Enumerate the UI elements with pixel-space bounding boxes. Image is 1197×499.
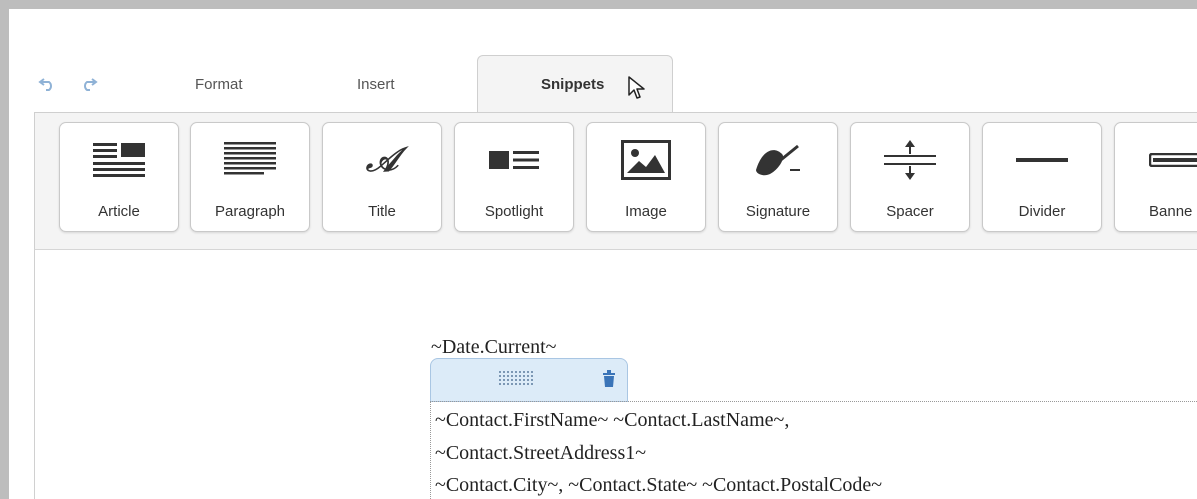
mouse-pointer-icon — [628, 76, 645, 99]
date-merge-field[interactable]: ~Date.Current~ — [431, 336, 557, 359]
spotlight-icon — [455, 137, 573, 183]
snippet-banner-button[interactable]: Banne — [1114, 122, 1197, 232]
snippet-paragraph-button[interactable]: Paragraph — [190, 122, 310, 232]
snippet-divider-button[interactable]: Divider — [982, 122, 1102, 232]
image-icon — [587, 137, 705, 183]
snippets-toolbar: Article Paragraph 𝒜 Title Spotlight Imag… — [34, 112, 1197, 250]
content-block[interactable]: ~Contact.FirstName~ ~Contact.LastName~, … — [430, 401, 1197, 499]
snippet-label: Banne — [1149, 203, 1193, 220]
snippet-image-button[interactable]: Image — [586, 122, 706, 232]
block-handle[interactable] — [430, 358, 628, 402]
snippet-spotlight-button[interactable]: Spotlight — [454, 122, 574, 232]
tab-snippets-label: Snippets — [541, 76, 605, 93]
snippet-label: Paragraph — [214, 203, 286, 220]
snippet-label: Image — [625, 203, 667, 220]
drag-handle-icon[interactable] — [499, 371, 539, 385]
contact-address-line[interactable]: ~Contact.StreetAddress1~ — [435, 442, 646, 465]
spacer-icon — [851, 137, 969, 183]
snippet-label: Spacer — [886, 203, 934, 220]
snippet-label: Spotlight — [484, 203, 544, 220]
paragraph-icon — [191, 137, 309, 183]
tab-bar: Format Insert Snippets — [9, 49, 1197, 113]
canvas-border — [34, 250, 35, 499]
snippet-label: Title — [368, 203, 396, 220]
snippet-article-button[interactable]: Article — [59, 122, 179, 232]
snippet-label: Divider — [1018, 203, 1066, 220]
editor-window: Format Insert Snippets Article Paragraph… — [9, 9, 1197, 499]
snippet-label: Article — [98, 203, 140, 220]
title-icon: 𝒜 — [365, 140, 399, 180]
trash-icon[interactable] — [601, 370, 617, 388]
tab-format[interactable]: Format — [195, 76, 243, 93]
contact-name-line[interactable]: ~Contact.FirstName~ ~Contact.LastName~, — [435, 409, 789, 432]
contact-city-line[interactable]: ~Contact.City~, ~Contact.State~ ~Contact… — [435, 474, 882, 497]
article-icon — [60, 137, 178, 183]
tab-insert[interactable]: Insert — [357, 76, 395, 93]
banner-icon — [1115, 137, 1197, 183]
snippet-title-button[interactable]: 𝒜 Title — [322, 122, 442, 232]
redo-icon[interactable] — [79, 73, 99, 93]
signature-icon — [719, 137, 837, 183]
tab-snippets[interactable]: Snippets — [477, 55, 673, 113]
divider-icon — [983, 137, 1101, 183]
undo-icon[interactable] — [37, 73, 57, 93]
snippet-label: Signature — [745, 203, 811, 220]
snippet-spacer-button[interactable]: Spacer — [850, 122, 970, 232]
snippet-signature-button[interactable]: Signature — [718, 122, 838, 232]
